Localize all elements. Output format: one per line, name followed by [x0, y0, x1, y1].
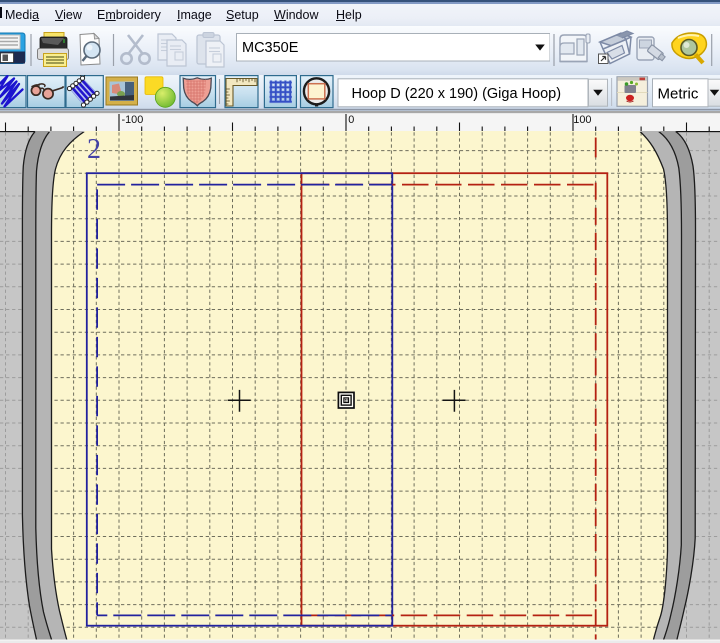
svg-text:2: 2 — [87, 134, 101, 165]
svg-text:100: 100 — [573, 114, 591, 126]
svg-text:Hoop D (220 x 190) (Giga Hoop): Hoop D (220 x 190) (Giga Hoop) — [352, 86, 562, 102]
svg-text:MC350E: MC350E — [242, 40, 299, 56]
svg-text:0: 0 — [348, 114, 354, 126]
svg-text:Metric: Metric — [658, 86, 699, 103]
svg-text:-100: -100 — [122, 114, 144, 126]
